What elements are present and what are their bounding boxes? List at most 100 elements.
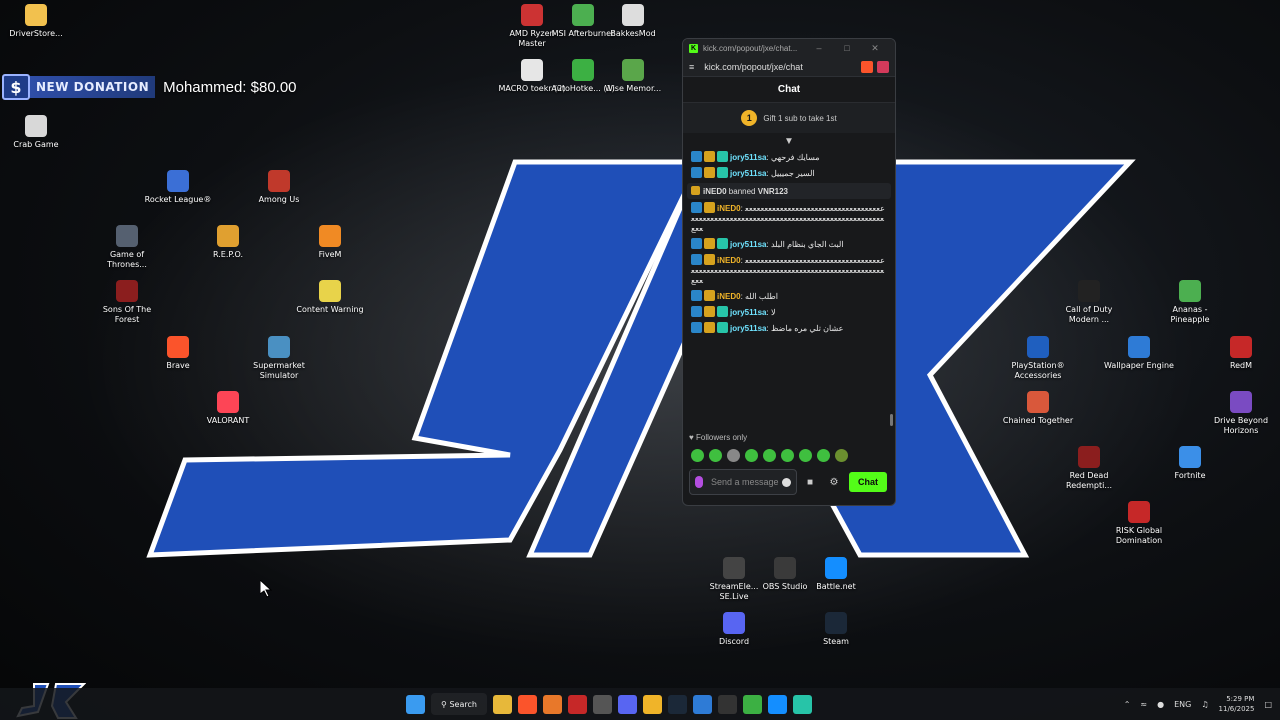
desktop-icon[interactable]: Supermarket Simulator [243, 336, 315, 381]
app-icon [521, 4, 543, 26]
desktop-icon[interactable]: Steam [800, 612, 872, 647]
chat-username[interactable]: iNED0 [717, 204, 741, 213]
mic-tray-icon[interactable]: ● [1157, 700, 1164, 709]
desktop-icon[interactable]: Rocket League® [142, 170, 214, 205]
desktop-icon[interactable]: BakkesMod [597, 4, 669, 39]
volume-icon[interactable]: ♫ [1201, 700, 1208, 709]
url-text[interactable]: kick.com/popout/jxe/chat [704, 62, 857, 72]
site-settings-icon[interactable]: ≡ [689, 62, 694, 72]
desktop-icon[interactable]: R.E.P.O. [192, 225, 264, 260]
donation-banner: NEW DONATION [30, 76, 156, 98]
app-icon [1179, 280, 1201, 302]
app-icon [217, 391, 239, 413]
pinned-toggle-icon[interactable]: ▼ [683, 136, 895, 148]
desktop-icon[interactable]: Game of Thrones... [91, 225, 163, 270]
close-icon[interactable]: ✕ [861, 43, 889, 54]
app-blue-icon[interactable] [693, 694, 712, 714]
system-actor[interactable]: iNED0 [703, 187, 727, 196]
chat-input[interactable]: Send a message [689, 469, 797, 495]
chat-username[interactable]: jory511sa [730, 324, 766, 333]
desktop-icon-label: R.E.P.O. [212, 250, 244, 259]
desktop-icon[interactable]: Discord [698, 612, 770, 647]
kick-chat-window[interactable]: K kick.com/popout/jxe/chat... – □ ✕ ≡ ki… [682, 38, 896, 506]
brave-shield-icon[interactable] [861, 60, 873, 73]
network-icon[interactable]: ≈ [1140, 700, 1147, 709]
app-green-icon[interactable] [743, 694, 762, 714]
minimize-icon[interactable]: – [805, 43, 833, 53]
store-icon[interactable]: ■ [799, 471, 821, 493]
emoji-icon[interactable] [782, 477, 791, 487]
emote-icon[interactable] [835, 449, 848, 462]
desktop-icon[interactable]: FiveM [294, 225, 366, 260]
emote-icon[interactable] [763, 449, 776, 462]
emote-icon[interactable] [691, 449, 704, 462]
taskbar-search[interactable]: ⚲ Search [431, 693, 487, 715]
battlenet-taskbar-icon[interactable] [768, 694, 787, 714]
steam-taskbar-icon[interactable] [668, 694, 687, 714]
crown-badge-icon [704, 202, 715, 213]
brave-taskbar-icon[interactable] [518, 694, 537, 714]
chat-username[interactable]: jory511sa [730, 153, 766, 162]
chat-username[interactable]: iNED0 [717, 256, 741, 265]
send-chat-button[interactable]: Chat [849, 472, 887, 492]
file-explorer-icon[interactable] [493, 694, 512, 714]
desktop-icon[interactable]: Wallpaper Engine [1103, 336, 1175, 371]
chevron-up-icon[interactable]: ⌃ [1124, 700, 1131, 709]
desktop-icon[interactable]: Fortnite [1154, 446, 1226, 481]
donation-alert: $ NEW DONATION Mohammed: $80.00 [2, 74, 297, 100]
desktop-icon[interactable]: Chained Together [1002, 391, 1074, 426]
emote-icon[interactable] [817, 449, 830, 462]
app-red-icon[interactable] [568, 694, 587, 714]
system-target[interactable]: VNR123 [758, 187, 788, 196]
desktop-icon[interactable]: Content Warning [294, 280, 366, 315]
emote-icon[interactable] [745, 449, 758, 462]
desktop-icon[interactable]: Drive Beyond Horizons [1205, 391, 1277, 436]
desktop-icon[interactable]: Call of Duty Modern ... [1053, 280, 1125, 325]
emote-icon[interactable] [709, 449, 722, 462]
notification-icon[interactable]: □ [1264, 700, 1272, 709]
desktop-icon[interactable]: PlayStation® Accessories [1002, 336, 1074, 381]
brave-rewards-icon[interactable] [877, 60, 889, 73]
app-icon [1128, 336, 1150, 358]
chat-scrollbar[interactable] [890, 414, 893, 426]
desktop-icon[interactable]: Crab Game [0, 115, 72, 150]
chat-username[interactable]: jory511sa [730, 308, 766, 317]
epic-games-icon[interactable] [718, 694, 737, 714]
emote-icon[interactable] [781, 449, 794, 462]
desktop-icon[interactable]: RedM [1205, 336, 1277, 371]
desktop-icon[interactable]: Battle.net [800, 557, 872, 592]
chat-username[interactable]: jory511sa [730, 169, 766, 178]
address-bar[interactable]: ≡ kick.com/popout/jxe/chat [683, 57, 895, 77]
chat-username[interactable]: iNED0 [717, 292, 741, 301]
desktop-icon[interactable]: Ananas - Pineapple [1154, 280, 1226, 325]
window-titlebar[interactable]: K kick.com/popout/jxe/chat... – □ ✕ [683, 39, 895, 57]
language-indicator[interactable]: ENG [1174, 700, 1191, 709]
desktop-icon[interactable]: Wise Memor... [597, 59, 669, 94]
taskbar-apps: ⚲ Search [406, 692, 812, 716]
start-menu-icon[interactable] [406, 694, 425, 714]
app-teal-icon[interactable] [793, 694, 812, 714]
emote-icon[interactable] [799, 449, 812, 462]
chat-username[interactable]: jory511sa [730, 240, 766, 249]
moderator-badge-icon [691, 254, 702, 265]
microphone-icon[interactable] [695, 476, 703, 488]
emote-icon[interactable] [727, 449, 740, 462]
maximize-icon[interactable]: □ [833, 43, 861, 53]
desktop-icon[interactable]: Among Us [243, 170, 315, 205]
app-yellow-icon[interactable] [643, 694, 662, 714]
gift-leaderboard[interactable]: 1 Gift 1 sub to take 1st [683, 103, 895, 133]
clock[interactable]: 5:29 PM 11/6/2025 [1219, 694, 1255, 714]
desktop-icon[interactable]: Brave [142, 336, 214, 371]
discord-taskbar-icon[interactable] [618, 694, 637, 714]
obs-taskbar-icon[interactable] [593, 694, 612, 714]
shield-icon [691, 186, 700, 195]
desktop-icon[interactable]: RISK Global Domination [1103, 501, 1175, 546]
desktop-icon[interactable]: DriverStore... [0, 4, 72, 39]
desktop-icon[interactable]: VALORANT [192, 391, 264, 426]
desktop-icon[interactable]: Red Dead Redempti... [1053, 446, 1125, 491]
desktop-icon[interactable]: Sons Of The Forest [91, 280, 163, 325]
rank-badge: 1 [741, 110, 758, 126]
app-a-icon[interactable] [543, 694, 562, 714]
settings-gear-icon[interactable]: ⚙ [823, 471, 845, 493]
chat-input-placeholder[interactable]: Send a message [711, 477, 782, 487]
